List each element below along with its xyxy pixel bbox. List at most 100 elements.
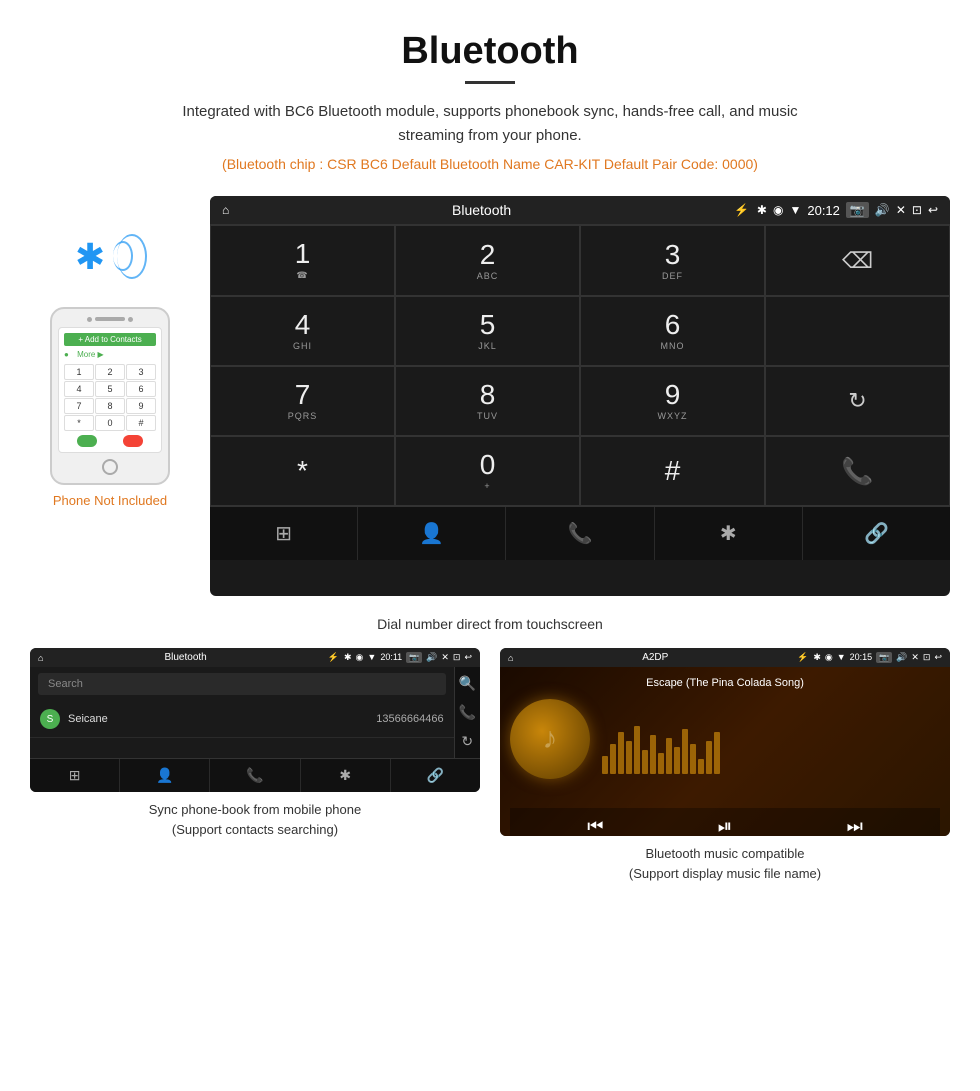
eq-bar-12	[690, 744, 696, 774]
pb-camera-icon[interactable]: 📷	[406, 652, 422, 663]
title-underline	[465, 81, 515, 84]
bt-waves-container: ✱	[65, 226, 155, 296]
toolbar-bluetooth-btn[interactable]: ✱	[655, 507, 803, 560]
pb-back-icon[interactable]: ↩	[464, 652, 472, 663]
pb-phone-icon[interactable]: 📞	[459, 704, 476, 721]
dial-key-9[interactable]: 9WXYZ	[580, 366, 765, 436]
dial-key-0[interactable]: 0+	[395, 436, 580, 506]
music-prev-btn[interactable]: ⏮	[587, 816, 603, 836]
eq-bar-11	[682, 729, 688, 774]
car-screen: ⌂ Bluetooth ⚡ ✱ ◉ ▼ 20:12 📷 🔊 ✕ ⊡ ↩ 1☎ 2	[210, 196, 950, 596]
dial-key-2[interactable]: 2ABC	[395, 225, 580, 296]
phone-call-button[interactable]	[77, 435, 97, 447]
dial-key-3[interactable]: 3DEF	[580, 225, 765, 296]
pb-loc-icon: ◉	[356, 652, 364, 663]
car-volume-icon[interactable]: 🔊	[875, 203, 890, 217]
phone-dial-1[interactable]: 1	[64, 364, 94, 380]
pb-toolbar-dialpad[interactable]: ⊞	[30, 759, 120, 792]
dial-key-7[interactable]: 7PQRS	[210, 366, 395, 436]
music-usb-icon: ⚡	[797, 652, 808, 663]
pb-toolbar-call[interactable]: 📞	[210, 759, 300, 792]
dial-call-green[interactable]: 📞	[765, 436, 950, 506]
dial-key-5[interactable]: 5JKL	[395, 296, 580, 366]
pb-win-icon[interactable]: ⊡	[453, 652, 461, 663]
dial-key-8[interactable]: 8TUV	[395, 366, 580, 436]
pb-refresh-icon[interactable]: ↻	[461, 733, 473, 750]
music-caption: Bluetooth music compatible (Support disp…	[629, 844, 821, 883]
phone-dial-0[interactable]: 0	[95, 415, 125, 431]
pb-search-box[interactable]: Search	[38, 673, 446, 695]
pb-toolbar-contacts[interactable]: 👤	[120, 759, 210, 792]
music-camera-icon[interactable]: 📷	[876, 652, 892, 663]
pb-time: 20:11	[380, 652, 402, 663]
music-status-bar: ⌂ A2DP ⚡ ✱ ◉ ▼ 20:15 📷 🔊 ✕ ⊡ ↩	[500, 648, 950, 667]
pb-search-icon[interactable]: 🔍	[459, 675, 476, 692]
car-screen-title: Bluetooth	[237, 202, 726, 218]
phone-dial-3[interactable]: 3	[126, 364, 156, 380]
toolbar-call-btn[interactable]: 📞	[506, 507, 654, 560]
car-signal-icon: ▼	[789, 203, 801, 217]
pb-toolbar-bt[interactable]: ✱	[301, 759, 391, 792]
phone-dial-6[interactable]: 6	[126, 381, 156, 397]
contact-row-seicane[interactable]: S Seicane 13566664466	[30, 701, 454, 738]
car-close-icon[interactable]: ✕	[896, 203, 906, 217]
phone-dial-8[interactable]: 8	[95, 398, 125, 414]
toolbar-link-btn[interactable]: 🔗	[803, 507, 950, 560]
music-back-icon[interactable]: ↩	[934, 652, 942, 663]
phonebook-screen: ⌂ Bluetooth ⚡ ✱ ◉ ▼ 20:11 📷 🔊 ✕ ⊡ ↩	[30, 648, 480, 792]
pb-vol-icon[interactable]: 🔊	[426, 652, 437, 663]
music-screenshot: ⌂ A2DP ⚡ ✱ ◉ ▼ 20:15 📷 🔊 ✕ ⊡ ↩ Escape (T…	[500, 648, 950, 883]
pb-bottom-toolbar: ⊞ 👤 📞 ✱ 🔗	[30, 758, 480, 792]
phone-dial-star[interactable]: *	[64, 415, 94, 431]
music-play-btn[interactable]: ⏯	[718, 816, 732, 836]
music-home-icon[interactable]: ⌂	[508, 653, 513, 663]
eq-bar-5	[634, 726, 640, 774]
dial-backspace[interactable]: ⌫	[765, 225, 950, 296]
music-next-btn[interactable]: ⏭	[847, 816, 863, 836]
music-vol-icon[interactable]: 🔊	[896, 652, 907, 663]
pb-home-icon[interactable]: ⌂	[38, 653, 43, 663]
eq-bar-14	[706, 741, 712, 774]
phone-dial-2[interactable]: 2	[95, 364, 125, 380]
dial-key-6[interactable]: 6MNO	[580, 296, 765, 366]
car-camera-icon[interactable]: 📷	[846, 202, 869, 218]
music-album-art: ♪	[510, 699, 590, 779]
main-content: ✱ + Add to Contacts ● More ▶ 1 2 3	[0, 186, 980, 606]
phone-end-button[interactable]	[123, 435, 143, 447]
toolbar-contacts-btn[interactable]: 👤	[358, 507, 506, 560]
pb-content-area: Search S Seicane 13566664466 🔍 📞 ↻	[30, 667, 480, 758]
phone-dial-hash[interactable]: #	[126, 415, 156, 431]
dial-key-1[interactable]: 1☎	[210, 225, 395, 296]
car-window-icon[interactable]: ⊡	[912, 203, 922, 217]
phone-home-circle[interactable]	[102, 459, 118, 475]
toolbar-dialpad-btn[interactable]: ⊞	[210, 507, 358, 560]
music-song-title: Escape (The Pina Colada Song)	[646, 677, 804, 689]
music-time: 20:15	[850, 652, 873, 663]
music-close-icon[interactable]: ✕	[911, 652, 919, 663]
phonebook-caption: Sync phone-book from mobile phone (Suppo…	[149, 800, 361, 839]
dial-refresh[interactable]: ↻	[765, 366, 950, 436]
phone-dial-4[interactable]: 4	[64, 381, 94, 397]
music-win-icon[interactable]: ⊡	[923, 652, 931, 663]
dial-key-star[interactable]: *	[210, 436, 395, 506]
music-screen: ⌂ A2DP ⚡ ✱ ◉ ▼ 20:15 📷 🔊 ✕ ⊡ ↩ Escape (T…	[500, 648, 950, 836]
dial-key-4[interactable]: 4GHI	[210, 296, 395, 366]
car-back-icon[interactable]: ↩	[928, 203, 938, 217]
dial-key-hash[interactable]: #	[580, 436, 765, 506]
phone-top-bar	[58, 317, 162, 322]
equalizer	[602, 714, 940, 774]
car-home-icon[interactable]: ⌂	[222, 203, 229, 217]
phone-not-included-label: Phone Not Included	[53, 493, 167, 508]
pb-toolbar-link[interactable]: 🔗	[391, 759, 480, 792]
bluetooth-large-icon: ✱	[75, 236, 105, 278]
phone-dial-5[interactable]: 5	[95, 381, 125, 397]
pb-close-icon[interactable]: ✕	[441, 652, 449, 663]
phone-dial-7[interactable]: 7	[64, 398, 94, 414]
pb-main: Search S Seicane 13566664466	[30, 667, 454, 758]
music-right-icons: ✱ ◉ ▼ 20:15 📷 🔊 ✕ ⊡ ↩	[813, 652, 942, 663]
car-bottom-toolbar: ⊞ 👤 📞 ✱ 🔗	[210, 506, 950, 560]
phone-dial-9[interactable]: 9	[126, 398, 156, 414]
eq-bar-4	[626, 741, 632, 774]
eq-bar-10	[674, 747, 680, 774]
music-controls: ⏮ ⏯ ⏭	[510, 808, 940, 836]
